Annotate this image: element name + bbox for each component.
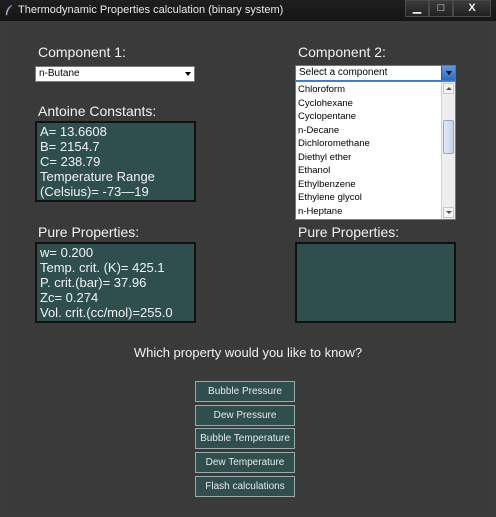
antoine-line: (Celsius)= -73—19 xyxy=(40,184,149,199)
component2-option[interactable]: Chloroform xyxy=(296,83,441,97)
component2-options: Chloroform Cyclohexane Cyclopentane n-Decan… xyxy=(296,83,441,218)
pure-properties-2-panel xyxy=(295,242,456,323)
component2-option[interactable]: Cyclohexane xyxy=(296,97,441,111)
component1-selected-value: n-Butane xyxy=(39,68,80,79)
main-content: Component 1: n-Butane Component 2: Selec… xyxy=(6,28,490,512)
component2-option[interactable]: Cyclopentane xyxy=(296,110,441,124)
pure-property-line: P. crit.(bar)= 37.96 xyxy=(40,275,147,290)
pure-properties-2-label: Pure Properties: xyxy=(298,224,400,240)
pure-property-line: Temp. crit. (K)= 425.1 xyxy=(40,260,165,275)
title-bar[interactable]: Thermodynamic Properties calculation (bi… xyxy=(0,0,496,21)
pure-property-line: w= 0.200 xyxy=(40,245,94,260)
antoine-line: C= 238.79 xyxy=(40,154,101,169)
scroll-up-icon[interactable] xyxy=(443,83,454,94)
antoine-line: A= 13.6608 xyxy=(40,124,107,139)
pure-properties-1-panel: w= 0.200 Temp. crit. (K)= 425.1 P. crit.… xyxy=(35,242,196,323)
scroll-thumb[interactable] xyxy=(443,120,454,154)
component2-option[interactable]: Dichloromethane xyxy=(296,137,441,151)
component2-option[interactable]: Ethanol xyxy=(296,164,441,178)
component2-option[interactable]: n-Decane xyxy=(296,124,441,138)
pure-properties-1-label: Pure Properties: xyxy=(38,224,140,240)
scroll-down-icon[interactable] xyxy=(443,207,454,218)
app-window: Thermodynamic Properties calculation (bi… xyxy=(0,0,496,517)
flash-calculations-button[interactable]: Flash calculations xyxy=(195,476,295,497)
dropdown-scrollbar[interactable] xyxy=(441,82,455,219)
bubble-temperature-button[interactable]: Bubble Temperature xyxy=(195,428,295,449)
antoine-label: Antoine Constants: xyxy=(38,103,157,119)
close-button[interactable]: X xyxy=(453,0,491,17)
component1-label: Component 1: xyxy=(38,44,126,60)
component2-select[interactable]: Select a component xyxy=(295,65,456,81)
chevron-down-icon xyxy=(446,71,452,75)
component2-dropdown-button[interactable] xyxy=(441,66,455,80)
chevron-down-icon xyxy=(185,72,191,76)
component2-option[interactable]: Ethylene glycol xyxy=(296,191,441,205)
maximize-button[interactable]: □ xyxy=(429,0,453,17)
dew-temperature-button[interactable]: Dew Temperature xyxy=(195,452,295,473)
property-question: Which property would you like to know? xyxy=(133,345,363,360)
component2-option[interactable]: Ethylbenzene xyxy=(296,178,441,192)
antoine-line: B= 2154.7 xyxy=(40,139,100,154)
feather-icon xyxy=(5,4,13,16)
bubble-pressure-button[interactable]: Bubble Pressure xyxy=(195,381,295,402)
antoine-line: Temperature Range xyxy=(40,169,155,184)
dew-pressure-button[interactable]: Dew Pressure xyxy=(195,405,295,426)
component2-option[interactable]: n-Heptane xyxy=(296,205,441,219)
pure-property-line: Zc= 0.274 xyxy=(40,290,99,305)
minimize-button[interactable]: ▁ xyxy=(405,0,429,17)
component2-dropdown-list[interactable]: Chloroform Cyclohexane Cyclopentane n-Decan… xyxy=(295,81,456,220)
component1-select[interactable]: n-Butane xyxy=(35,66,195,82)
component2-label: Component 2: xyxy=(298,44,386,60)
window-title: Thermodynamic Properties calculation (bi… xyxy=(18,4,284,16)
antoine-panel: A= 13.6608 B= 2154.7 C= 238.79 Temperatu… xyxy=(35,121,196,202)
component2-selected-value: Select a component xyxy=(299,67,388,78)
pure-property-line: Vol. crit.(cc/mol)=255.0 xyxy=(40,305,173,320)
component2-option[interactable]: Diethyl ether xyxy=(296,151,441,165)
